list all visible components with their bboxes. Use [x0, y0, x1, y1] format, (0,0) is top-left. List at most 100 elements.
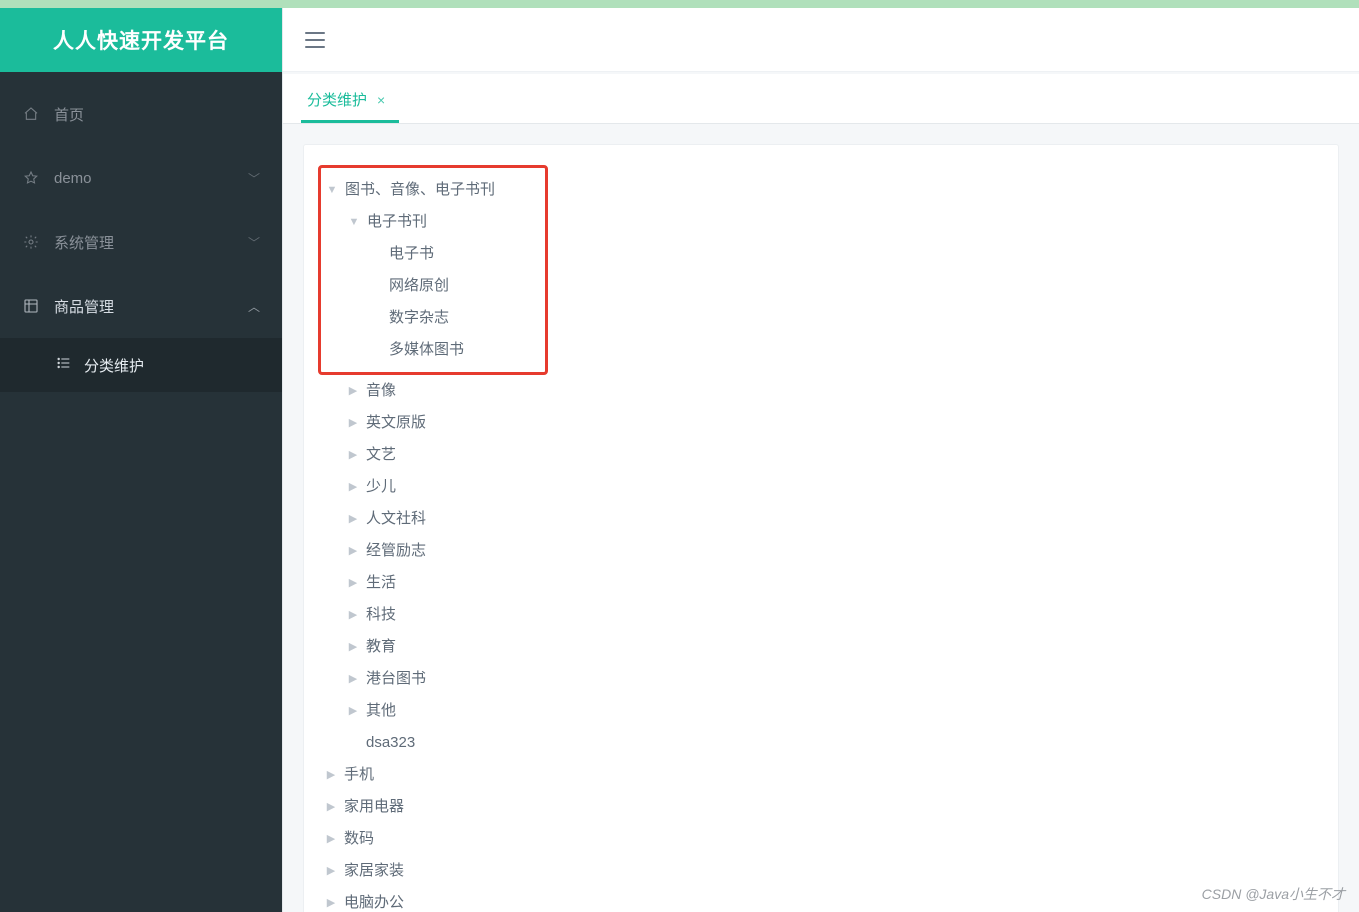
tree-row[interactable]: ▶文艺 [346, 439, 1318, 471]
brand-title: 人人快速开发平台 [0, 8, 282, 72]
tree-node: ▶经管励志 [346, 535, 1318, 567]
tree-label: 人文社科 [366, 503, 426, 535]
tree-row[interactable]: ▶教育 [346, 631, 1318, 663]
caret-right-icon[interactable]: ▶ [346, 439, 360, 471]
sidebar-item-label: 首页 [54, 104, 260, 125]
tree-label: 图书、音像、电子书刊 [345, 174, 495, 206]
tree-node: ▶生活 [346, 567, 1318, 599]
topbar [283, 8, 1359, 72]
sidebar-item-label: 系统管理 [54, 232, 248, 253]
tree-row[interactable]: dsa323 [346, 727, 1318, 759]
sidebar-item-demo[interactable]: demo ﹀ [0, 146, 282, 210]
caret-right-icon[interactable]: ▶ [324, 887, 338, 912]
sidebar: 人人快速开发平台 首页 demo ﹀ 系统管理 ﹀ [0, 8, 282, 912]
sidebar-menu: 首页 demo ﹀ 系统管理 ﹀ 商品管理 [0, 72, 282, 392]
tree-row[interactable]: ▶生活 [346, 567, 1318, 599]
tree-node: ▶家居家装 [324, 855, 1318, 887]
tree-label: 文艺 [366, 439, 396, 471]
tree-row[interactable]: ▶家用电器 [324, 791, 1318, 823]
sidebar-item-product[interactable]: 商品管理 ︿ [0, 274, 282, 338]
tree-label: 数字杂志 [389, 302, 449, 334]
sidebar-item-label: demo [54, 170, 248, 187]
tree-row[interactable]: ▶少儿 [346, 471, 1318, 503]
tree-node: ▶少儿 [346, 471, 1318, 503]
tree-children: ▶音像▶英文原版▶文艺▶少儿▶人文社科▶经管励志▶生活▶科技▶教育▶港台图书▶其… [346, 375, 1318, 759]
tree-node: ▶港台图书 [346, 663, 1318, 695]
tree-children: ▼电子书刊电子书网络原创数字杂志多媒体图书 [347, 206, 535, 366]
tree-label: 经管励志 [366, 535, 426, 567]
caret-right-icon[interactable]: ▶ [346, 663, 360, 695]
star-icon [22, 170, 40, 186]
hamburger-icon[interactable] [305, 32, 325, 48]
tree-label: 港台图书 [366, 663, 426, 695]
caret-right-icon[interactable]: ▶ [346, 695, 360, 727]
tree-node: ▶教育 [346, 631, 1318, 663]
tree-label: 英文原版 [366, 407, 426, 439]
main-area: 分类维护 × ▼图书、音像、电子书刊▼电子书刊电子书网络原创数字杂志多媒体图书▶… [282, 8, 1359, 912]
sidebar-sub-label: 分类维护 [84, 355, 144, 376]
content: ▼图书、音像、电子书刊▼电子书刊电子书网络原创数字杂志多媒体图书▶音像▶英文原版… [283, 124, 1359, 912]
caret-right-icon[interactable]: ▶ [324, 855, 338, 887]
tree-row[interactable]: ▶经管励志 [346, 535, 1318, 567]
watermark: CSDN @Java小生不才 [1202, 884, 1345, 904]
tree-node: ▶其他 [346, 695, 1318, 727]
chevron-up-icon: ︿ [248, 298, 260, 315]
tree-row[interactable]: 多媒体图书 [369, 334, 535, 366]
tree-node: ▶人文社科 [346, 503, 1318, 535]
tree-label: 网络原创 [389, 270, 449, 302]
tree-row[interactable]: 电子书 [369, 238, 535, 270]
caret-right-icon[interactable]: ▶ [346, 407, 360, 439]
tree-label: 教育 [366, 631, 396, 663]
tree-row[interactable]: ▶手机 [324, 759, 1318, 791]
tree-row[interactable]: ▶英文原版 [346, 407, 1318, 439]
caret-right-icon[interactable]: ▶ [346, 503, 360, 535]
tree-row[interactable]: ▶家居家装 [324, 855, 1318, 887]
tree-label: 电脑办公 [344, 887, 404, 912]
caret-right-icon[interactable]: ▶ [324, 759, 338, 791]
caret-down-icon[interactable]: ▼ [347, 206, 361, 238]
tree-row[interactable]: 数字杂志 [369, 302, 535, 334]
tree-node: ▼电子书刊电子书网络原创数字杂志多媒体图书 [347, 206, 535, 366]
tree-row[interactable]: 网络原创 [369, 270, 535, 302]
tree-row[interactable]: ▶人文社科 [346, 503, 1318, 535]
gear-icon [22, 234, 40, 250]
caret-right-icon[interactable]: ▶ [324, 791, 338, 823]
tree-row[interactable]: ▼图书、音像、电子书刊 [325, 174, 535, 206]
highlight-box: ▼图书、音像、电子书刊▼电子书刊电子书网络原创数字杂志多媒体图书 [318, 165, 548, 375]
tree-node: 数字杂志 [369, 302, 535, 334]
tree-row[interactable]: ▶数码 [324, 823, 1318, 855]
list-icon [56, 355, 72, 375]
tree-row[interactable]: ▶科技 [346, 599, 1318, 631]
tree-row[interactable]: ▶音像 [346, 375, 1318, 407]
tree-row[interactable]: ▶其他 [346, 695, 1318, 727]
tree-node: ▶科技 [346, 599, 1318, 631]
caret-right-icon[interactable]: ▶ [346, 535, 360, 567]
caret-right-icon[interactable]: ▶ [346, 631, 360, 663]
sidebar-sub-category[interactable]: 分类维护 [0, 338, 282, 392]
tree-node: ▶数码 [324, 823, 1318, 855]
caret-right-icon[interactable]: ▶ [346, 471, 360, 503]
tree-row[interactable]: ▶港台图书 [346, 663, 1318, 695]
tree-label: 数码 [344, 823, 374, 855]
tree-node: ▼图书、音像、电子书刊▼电子书刊电子书网络原创数字杂志多媒体图书▶音像▶英文原版… [324, 165, 1318, 759]
tree-node: dsa323 [346, 727, 1318, 759]
home-icon [22, 106, 40, 122]
sidebar-item-system[interactable]: 系统管理 ﹀ [0, 210, 282, 274]
caret-down-icon[interactable]: ▼ [325, 174, 339, 206]
category-tree: ▼图书、音像、电子书刊▼电子书刊电子书网络原创数字杂志多媒体图书▶音像▶英文原版… [324, 165, 1318, 912]
caret-right-icon[interactable]: ▶ [346, 599, 360, 631]
close-icon[interactable]: × [377, 92, 385, 108]
tab-category[interactable]: 分类维护 × [301, 79, 399, 123]
grid-icon [22, 298, 40, 314]
tree-node: ▶文艺 [346, 439, 1318, 471]
sidebar-item-home[interactable]: 首页 [0, 82, 282, 146]
tree-label: 少儿 [366, 471, 396, 503]
caret-right-icon[interactable]: ▶ [324, 823, 338, 855]
caret-right-icon[interactable]: ▶ [346, 567, 360, 599]
caret-right-icon[interactable]: ▶ [346, 375, 360, 407]
tree-row[interactable]: ▼电子书刊 [347, 206, 535, 238]
tree-label: 科技 [366, 599, 396, 631]
tree-label: 手机 [344, 759, 374, 791]
tree-row[interactable]: ▶电脑办公 [324, 887, 1318, 912]
tree-node: ▶英文原版 [346, 407, 1318, 439]
